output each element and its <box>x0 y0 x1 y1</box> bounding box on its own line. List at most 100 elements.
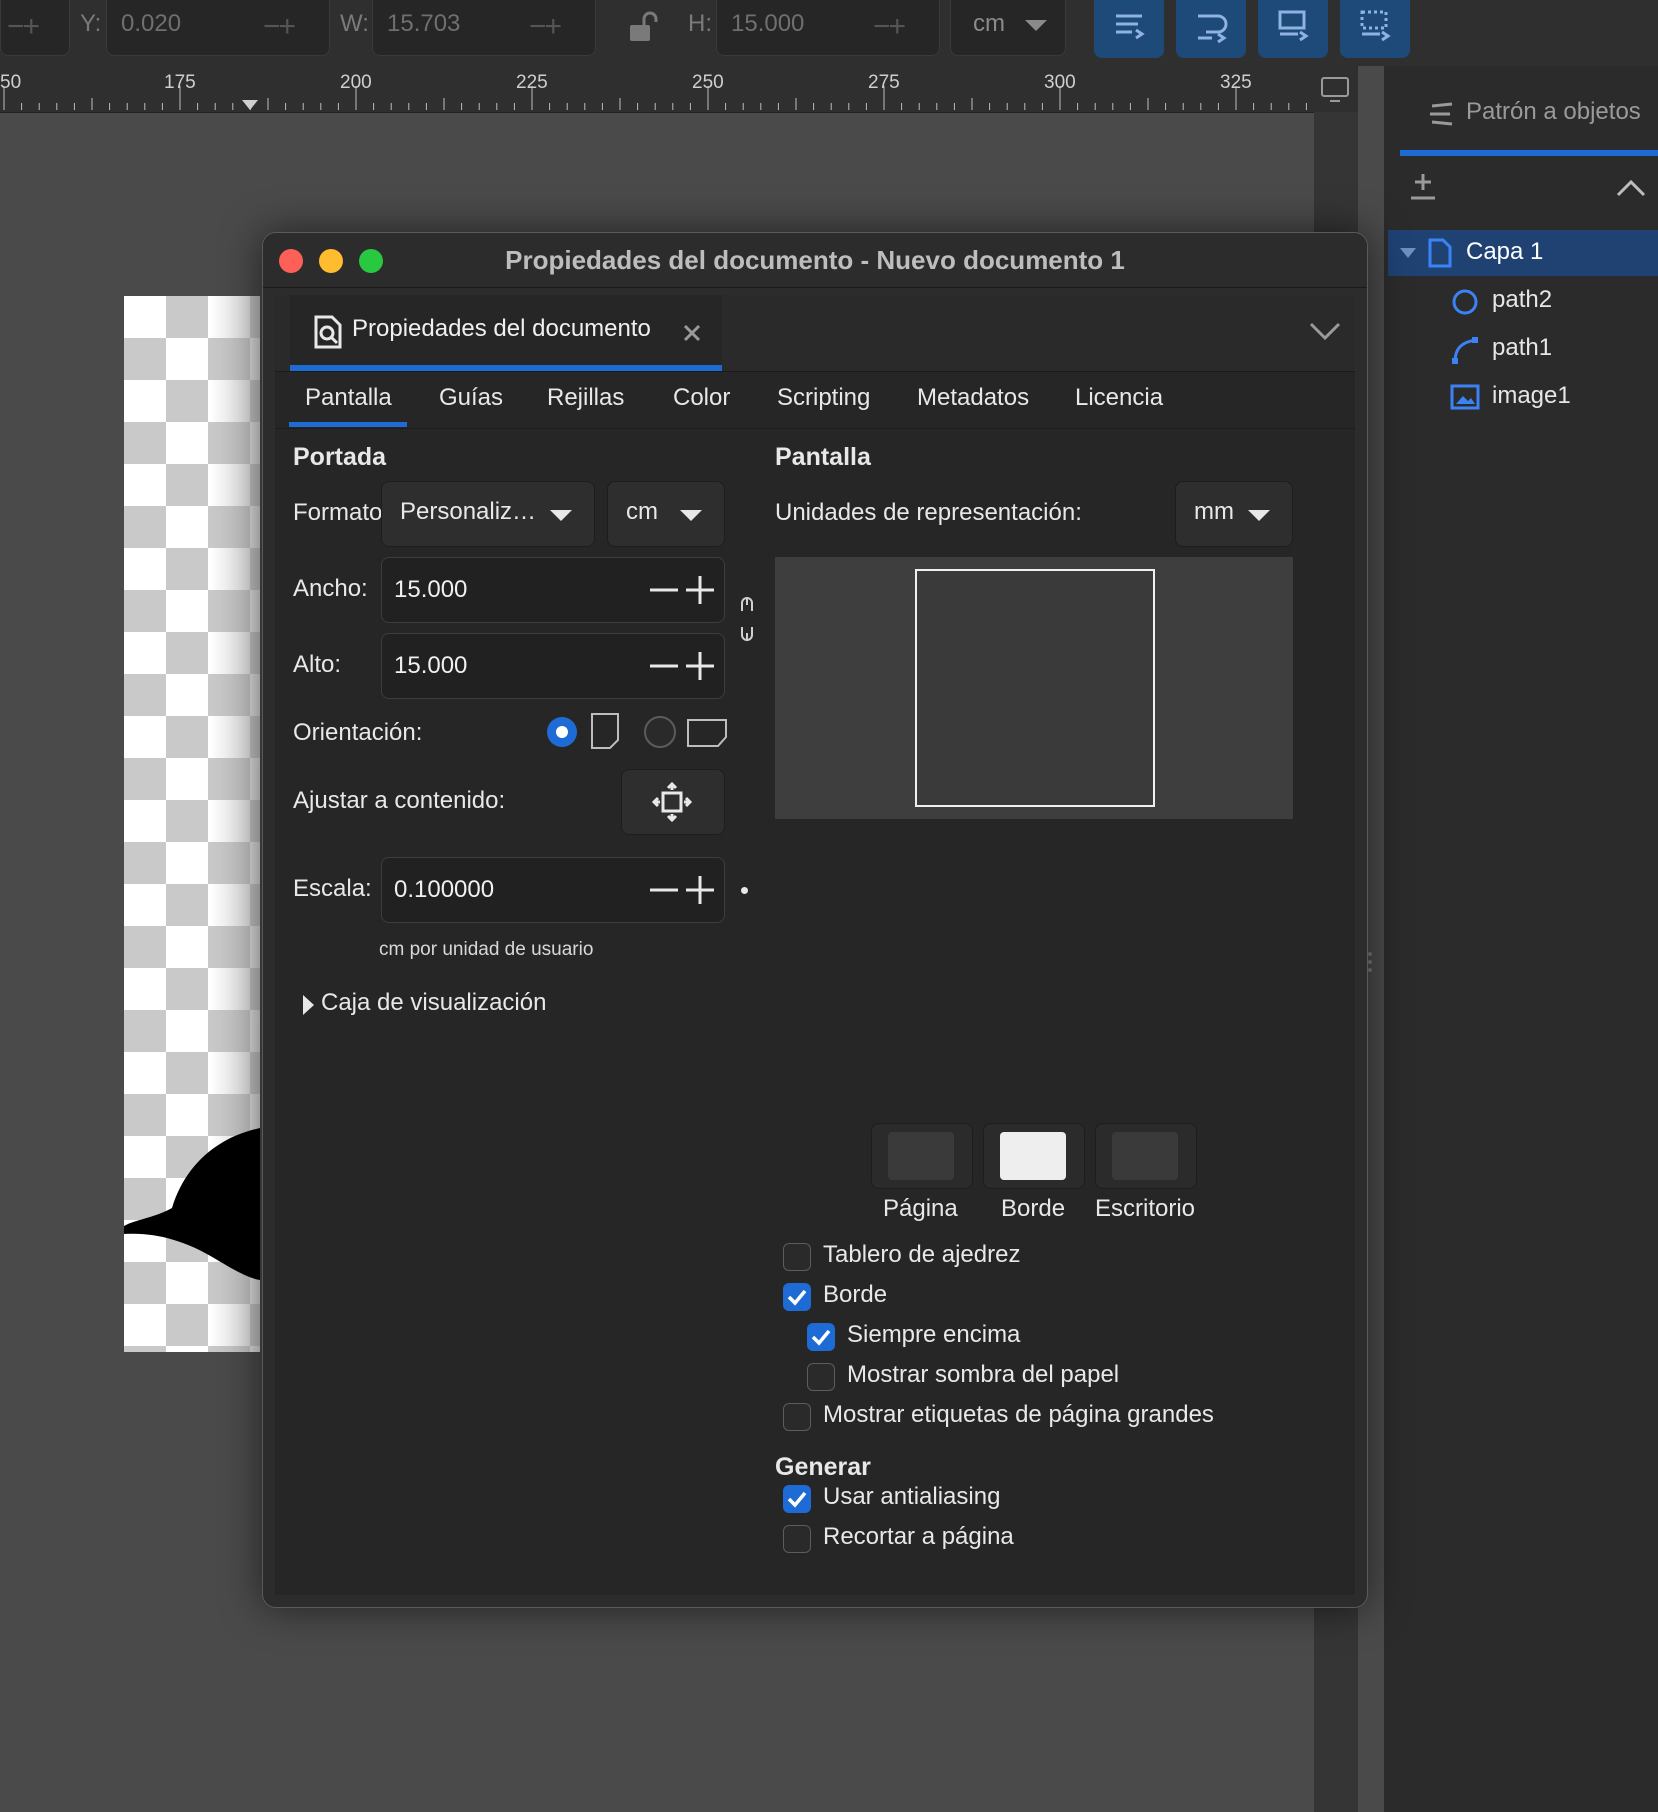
checkbox-row[interactable]: Mostrar sombra del papel <box>807 1361 1247 1395</box>
align-button-2[interactable] <box>1176 0 1246 58</box>
ruler-ticks <box>3 86 1307 110</box>
page-preview-sheet <box>915 569 1155 807</box>
ruler-label: 200 <box>340 72 372 93</box>
expander-icon[interactable] <box>1400 248 1416 258</box>
y-field[interactable]: 0.020 −+ <box>106 0 330 56</box>
tab-scripting[interactable]: Scripting <box>777 384 870 412</box>
unit-combo[interactable]: cm <box>950 0 1066 56</box>
tab-patron-a-objetos[interactable]: Patrón a objetos <box>1400 80 1658 156</box>
layer-row-capa-1[interactable]: Capa 1 <box>1388 230 1658 276</box>
viewbox-label: Caja de visualización <box>321 989 547 1016</box>
doc-tabbar: Propiedades del documento <box>275 295 1355 372</box>
ruler-label: 300 <box>1044 72 1076 93</box>
w-value[interactable]: 15.703 <box>387 10 460 38</box>
align-button-3[interactable] <box>1258 0 1328 58</box>
page-color-swatch <box>888 1132 954 1180</box>
checkbox-row[interactable]: Recortar a página <box>783 1523 1223 1557</box>
y-stepper-icon[interactable]: −+ <box>263 10 296 44</box>
align-button-1[interactable] <box>1094 0 1164 58</box>
formato-unit-combo[interactable]: cm <box>607 481 725 547</box>
landscape-page-icon <box>687 719 727 747</box>
ancho-value[interactable]: 15.000 <box>394 576 467 604</box>
plus-minus-icon[interactable] <box>646 866 718 914</box>
chevron-down-icon <box>680 510 702 521</box>
checkbox-row[interactable]: Mostrar etiquetas de página grandes <box>783 1401 1223 1435</box>
formato-combo[interactable]: Personaliz… <box>381 481 595 547</box>
lock-open-icon[interactable] <box>628 10 658 44</box>
formato-label: Formato: <box>293 499 390 526</box>
radio-portrait[interactable] <box>545 715 579 749</box>
w-stepper-icon[interactable]: −+ <box>529 10 562 44</box>
circle-icon <box>1452 289 1478 315</box>
tab-pantalla[interactable]: Pantalla <box>305 384 392 412</box>
tab-color[interactable]: Color <box>673 384 730 412</box>
layers-icon <box>1430 102 1453 126</box>
alto-label: Alto: <box>293 651 342 678</box>
tab-metadatos[interactable]: Metadatos <box>917 384 1029 412</box>
ruler-label: 275 <box>868 72 900 93</box>
checkbox-row[interactable]: Usar antialiasing <box>783 1483 1223 1517</box>
tab-rejillas[interactable]: Rejillas <box>547 384 624 412</box>
h-stepper-icon[interactable]: −+ <box>873 10 906 44</box>
bezier-path-icon <box>1452 337 1478 364</box>
checkbox-row[interactable]: Tablero de ajedrez <box>783 1241 1223 1275</box>
add-layer-icon[interactable] <box>1408 172 1438 202</box>
object-item-path2[interactable]: path2 <box>1388 278 1658 324</box>
y-value[interactable]: 0.020 <box>121 10 181 38</box>
checkbox[interactable] <box>783 1485 811 1513</box>
chevron-down-icon[interactable] <box>1309 321 1341 341</box>
x-stepper-icon[interactable]: −+ <box>7 10 40 44</box>
border-color-button[interactable] <box>983 1123 1085 1189</box>
ancho-spinbox[interactable]: 15.000 <box>381 557 725 623</box>
align-icon-1 <box>1116 14 1145 40</box>
checkbox[interactable] <box>783 1243 811 1271</box>
checkbox[interactable] <box>783 1283 811 1311</box>
w-field[interactable]: 15.703 −+ <box>372 0 596 56</box>
link-chain-icon[interactable] <box>737 591 757 647</box>
y-label: Y: <box>80 10 102 37</box>
alto-spinbox[interactable]: 15.000 <box>381 633 725 699</box>
checkbox-row[interactable]: Siempre encima <box>807 1321 1247 1355</box>
display-units-value: mm <box>1194 498 1234 525</box>
tab-guias[interactable]: Guías <box>439 384 503 412</box>
display-units-combo[interactable]: mm <box>1175 481 1293 547</box>
document-properties-dialog: Propiedades del documento - Nuevo docume… <box>262 232 1368 1608</box>
ajustar-label: Ajustar a contenido: <box>293 787 506 814</box>
section-generar-title: Generar <box>775 1453 871 1481</box>
section-pantalla-title: Pantalla <box>775 443 871 471</box>
escala-spinbox[interactable]: 0.100000 <box>381 857 725 923</box>
radio-landscape[interactable] <box>643 715 677 749</box>
ancho-label: Ancho: <box>293 575 368 602</box>
h-field[interactable]: 15.000 −+ <box>716 0 940 56</box>
h-value[interactable]: 15.000 <box>731 10 804 38</box>
tab-licencia[interactable]: Licencia <box>1075 384 1163 412</box>
horizontal-ruler[interactable]: 50 175 200 225 250 275 300 325 <box>0 66 1314 113</box>
checkbox[interactable] <box>783 1403 811 1431</box>
object-item-path1[interactable]: path1 <box>1388 326 1658 372</box>
desk-color-button[interactable] <box>1095 1123 1197 1189</box>
checkbox[interactable] <box>807 1323 835 1351</box>
close-icon[interactable] <box>682 323 702 343</box>
plus-minus-icon[interactable] <box>646 566 718 614</box>
fit-to-content-button[interactable] <box>621 769 725 835</box>
chevron-up-icon[interactable] <box>1616 178 1646 198</box>
checkbox-label: Tablero de ajedrez <box>823 1241 1021 1268</box>
page-color-button[interactable] <box>871 1123 973 1189</box>
alto-value[interactable]: 15.000 <box>394 652 467 680</box>
plus-minus-icon[interactable] <box>646 642 718 690</box>
x-field-stub[interactable]: −+ <box>0 0 70 56</box>
checkbox[interactable] <box>783 1525 811 1553</box>
checkbox-label: Siempre encima <box>847 1321 1021 1348</box>
dialog-titlebar[interactable]: Propiedades del documento - Nuevo docume… <box>263 233 1367 288</box>
escala-value[interactable]: 0.100000 <box>394 876 494 904</box>
viewbox-expander[interactable]: Caja de visualización <box>299 989 659 1023</box>
display-mode-button[interactable] <box>1314 66 1358 112</box>
formato-unit-value: cm <box>626 498 658 525</box>
checkbox[interactable] <box>807 1363 835 1391</box>
align-button-4[interactable] <box>1340 0 1410 58</box>
checkbox-row[interactable]: Borde <box>783 1281 1223 1315</box>
expander-triangle-icon <box>303 995 314 1015</box>
tab-document-properties[interactable]: Propiedades del documento <box>290 295 722 371</box>
layer-label: Capa 1 <box>1466 238 1544 265</box>
object-item-image1[interactable]: image1 <box>1388 374 1658 420</box>
